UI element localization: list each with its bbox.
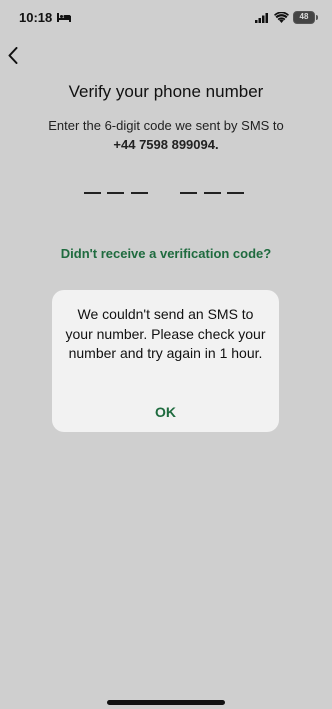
code-digit-6 — [227, 192, 244, 194]
signal-icon — [255, 13, 268, 23]
code-digit-1 — [84, 192, 101, 194]
home-indicator[interactable] — [107, 700, 225, 705]
ok-button[interactable]: OK — [52, 404, 279, 420]
code-digit-4 — [180, 192, 197, 194]
code-digit-5 — [204, 192, 221, 194]
dialog-message: We couldn't send an SMS to your number. … — [65, 306, 266, 361]
instruction-line: Enter the 6-digit code we sent by SMS to — [48, 118, 284, 133]
status-time: 10:18 — [19, 10, 53, 25]
wifi-icon — [274, 12, 289, 23]
code-digit-3 — [131, 192, 148, 194]
instruction-text: Enter the 6-digit code we sent by SMS to… — [30, 116, 302, 154]
battery-icon: 48 — [293, 11, 318, 24]
code-digit-2 — [107, 192, 124, 194]
page-title: Verify your phone number — [68, 82, 264, 101]
bed-icon — [57, 13, 71, 22]
verify-phone-screen: 10:18 48 Verify your phone number Enter … — [0, 0, 332, 709]
error-dialog: We couldn't send an SMS to your number. … — [52, 290, 279, 432]
status-bar: 10:18 48 — [0, 0, 332, 38]
verification-code-input[interactable] — [0, 180, 332, 200]
phone-number: +44 7598 899094. — [113, 137, 219, 152]
back-chevron-icon — [8, 47, 18, 64]
back-button[interactable] — [4, 44, 28, 68]
resend-code-link[interactable]: Didn't receive a verification code? — [0, 246, 332, 261]
